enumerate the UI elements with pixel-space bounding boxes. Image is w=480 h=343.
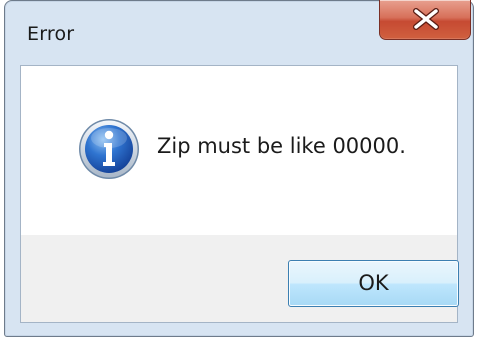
dialog-title: Error <box>27 23 75 45</box>
error-message: Zip must be like 00000. <box>157 134 406 158</box>
close-button[interactable] <box>379 0 471 40</box>
info-icon <box>79 119 139 179</box>
error-dialog-window: Error Zip must be like 00000. OK <box>4 0 474 337</box>
message-area: Zip must be like 00000. <box>21 66 457 235</box>
dialog-titlebar[interactable]: Error <box>5 0 473 65</box>
dialog-content: Zip must be like 00000. OK <box>20 65 459 323</box>
ok-button[interactable]: OK <box>288 260 459 307</box>
close-icon <box>413 8 439 30</box>
button-panel: OK <box>21 235 459 322</box>
